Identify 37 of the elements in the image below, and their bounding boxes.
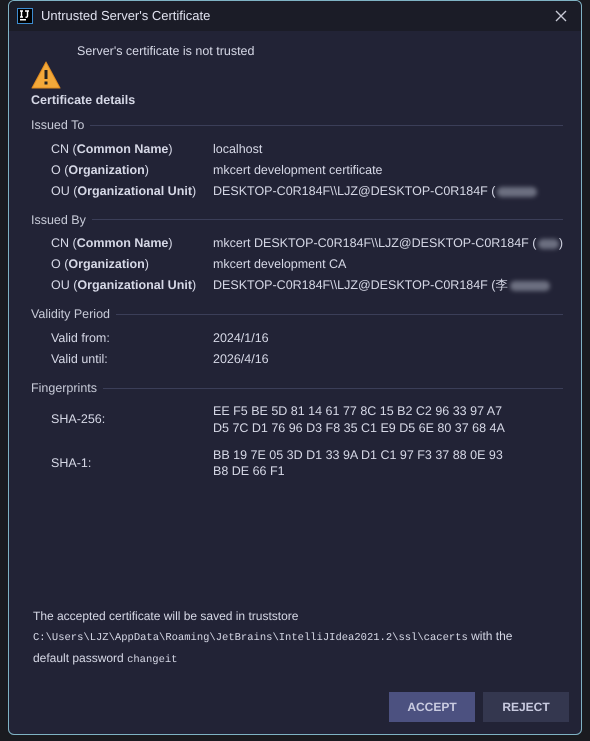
field-label: SHA-256: bbox=[51, 411, 106, 428]
section-title: Issued By bbox=[31, 212, 86, 229]
field-value: EE F5 BE 5D 81 14 61 77 8C 15 B2 C2 96 33 97 A7 D5 7C D1 76 96 D3 F8 35 C1 E9 D5 6E 80 37 68 4A bbox=[213, 402, 506, 436]
close-icon bbox=[555, 10, 567, 22]
field-label: OU (Organizational Unit) bbox=[51, 277, 198, 294]
field-label: Valid until: bbox=[51, 351, 109, 368]
redaction-mark bbox=[497, 186, 538, 196]
field-value-suffix: ) bbox=[558, 235, 563, 252]
field-value: mkcert development certificate bbox=[213, 162, 383, 179]
note-text: The accepted certificate will be saved in truststore C:\Users\LJZ\AppData\Roaming\JetBrains\IntelliJIdea2021.2\ssl\cacerts with the default password changeit bbox=[32, 608, 514, 668]
field-value: localhost bbox=[213, 140, 262, 158]
window-title: Untrusted Server's Certificate bbox=[41, 7, 210, 26]
section-title: Validity Period bbox=[31, 306, 110, 324]
details-heading: Certificate details bbox=[31, 92, 136, 109]
app-logo-icon bbox=[17, 8, 33, 24]
field-label: O (Organization) bbox=[51, 162, 150, 179]
field-label: Valid from: bbox=[51, 330, 111, 347]
field-label: OU (Organizational Unit) bbox=[51, 182, 198, 200]
redaction-mark bbox=[510, 281, 550, 292]
field-value: 2026/4/16 bbox=[213, 351, 269, 368]
field-label: CN (Common Name) bbox=[51, 235, 174, 252]
field-value: BB 19 7E 05 3D D1 33 9A D1 C1 97 F3 37 88 0E 93 B8 DE 66 F1 bbox=[213, 446, 504, 480]
field-value: mkcert DESKTOP-C0R184F\\LJZ@DESKTOP-C0R184F ( bbox=[213, 235, 536, 252]
accept-button[interactable]: ACCEPT bbox=[389, 692, 475, 722]
field-label: SHA-1: bbox=[51, 455, 92, 472]
field-value: 2024/1/16 bbox=[213, 330, 269, 347]
redaction-mark bbox=[538, 239, 559, 250]
field-label: CN (Common Name) bbox=[51, 140, 174, 158]
field-value: mkcert development CA bbox=[213, 256, 346, 274]
field-value: DESKTOP-C0R184F\\LJZ@DESKTOP-C0R184F ( bbox=[213, 182, 496, 200]
warning-message: Server's certificate is not trusted bbox=[77, 43, 254, 60]
reject-button[interactable]: REJECT bbox=[483, 692, 569, 722]
warning-icon bbox=[31, 61, 61, 89]
section-title: Fingerprints bbox=[31, 380, 97, 397]
field-value: DESKTOP-C0R184F\\LJZ@DESKTOP-C0R184F (李 bbox=[213, 277, 508, 294]
field-label: O (Organization) bbox=[51, 256, 150, 274]
section-title: Issued To bbox=[31, 116, 84, 134]
